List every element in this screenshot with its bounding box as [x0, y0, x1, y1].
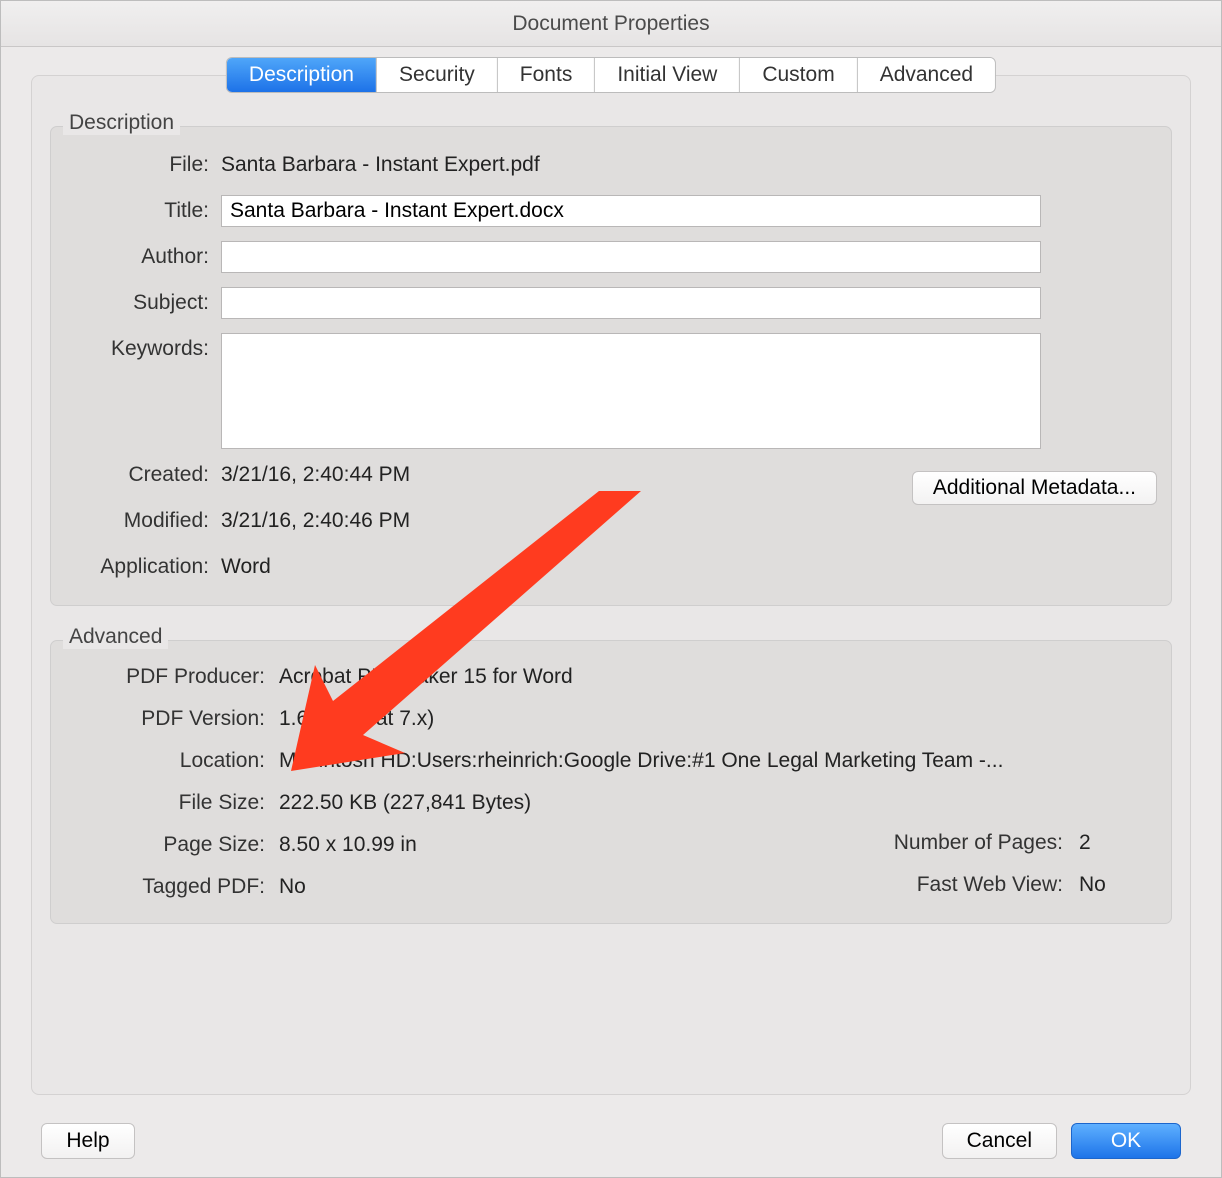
pdf-producer-label: PDF Producer: — [63, 663, 279, 689]
modified-label: Modified: — [63, 505, 221, 533]
page-size-label: Page Size: — [63, 831, 279, 863]
ok-button[interactable]: OK — [1071, 1123, 1181, 1159]
fast-web-view-value: No — [1079, 873, 1119, 905]
tagged-pdf-value: No — [279, 873, 666, 905]
title-input[interactable] — [221, 195, 1041, 227]
advanced-group: Advanced PDF Producer: Acrobat PDFMaker … — [50, 640, 1172, 924]
cancel-button[interactable]: Cancel — [942, 1123, 1057, 1159]
file-size-value: 222.50 KB (227,841 Bytes) — [279, 789, 1159, 815]
subject-label: Subject: — [63, 287, 221, 315]
tab-bar: Description Security Fonts Initial View … — [226, 57, 996, 93]
number-of-pages-label: Number of Pages: — [894, 831, 1063, 863]
author-label: Author: — [63, 241, 221, 269]
advanced-group-heading: Advanced — [63, 625, 168, 649]
tab-security[interactable]: Security — [377, 58, 498, 92]
modified-value: 3/21/16, 2:40:46 PM — [221, 505, 1159, 533]
tab-custom[interactable]: Custom — [740, 58, 857, 92]
main-panel: Description File: Santa Barbara - Instan… — [31, 75, 1191, 1095]
title-label: Title: — [63, 195, 221, 223]
file-label: File: — [63, 149, 221, 177]
application-label: Application: — [63, 551, 221, 579]
titlebar: Document Properties — [1, 1, 1221, 47]
fast-web-view-label: Fast Web View: — [917, 873, 1063, 905]
author-input[interactable] — [221, 241, 1041, 273]
file-size-label: File Size: — [63, 789, 279, 815]
tagged-pdf-label: Tagged PDF: — [63, 873, 279, 905]
tab-initial-view[interactable]: Initial View — [595, 58, 740, 92]
pdf-version-label: PDF Version: — [63, 705, 279, 731]
location-label: Location: — [63, 747, 279, 773]
keywords-input[interactable] — [221, 333, 1041, 449]
pdf-producer-value: Acrobat PDFMaker 15 for Word — [279, 663, 1159, 689]
tab-advanced[interactable]: Advanced — [858, 58, 995, 92]
pdf-version-value: 1.6 (Acrobat 7.x) — [279, 705, 1159, 731]
keywords-label: Keywords: — [63, 333, 221, 361]
subject-input[interactable] — [221, 287, 1041, 319]
description-group-heading: Description — [63, 111, 180, 135]
created-label: Created: — [63, 459, 221, 487]
additional-metadata-button[interactable]: Additional Metadata... — [912, 471, 1157, 505]
application-value: Word — [221, 551, 1159, 579]
tab-fonts[interactable]: Fonts — [498, 58, 596, 92]
description-group: Description File: Santa Barbara - Instan… — [50, 126, 1172, 606]
number-of-pages-value: 2 — [1079, 831, 1119, 863]
document-properties-dialog: Document Properties Description Security… — [0, 0, 1222, 1178]
location-value: Macintosh HD:Users:rheinrich:Google Driv… — [279, 747, 1159, 773]
tab-description[interactable]: Description — [227, 58, 377, 92]
window-title: Document Properties — [512, 12, 709, 36]
file-value: Santa Barbara - Instant Expert.pdf — [221, 149, 1159, 177]
page-size-value: 8.50 x 10.99 in — [279, 831, 666, 863]
dialog-footer: Help Cancel OK — [1, 1123, 1221, 1159]
help-button[interactable]: Help — [41, 1123, 135, 1159]
